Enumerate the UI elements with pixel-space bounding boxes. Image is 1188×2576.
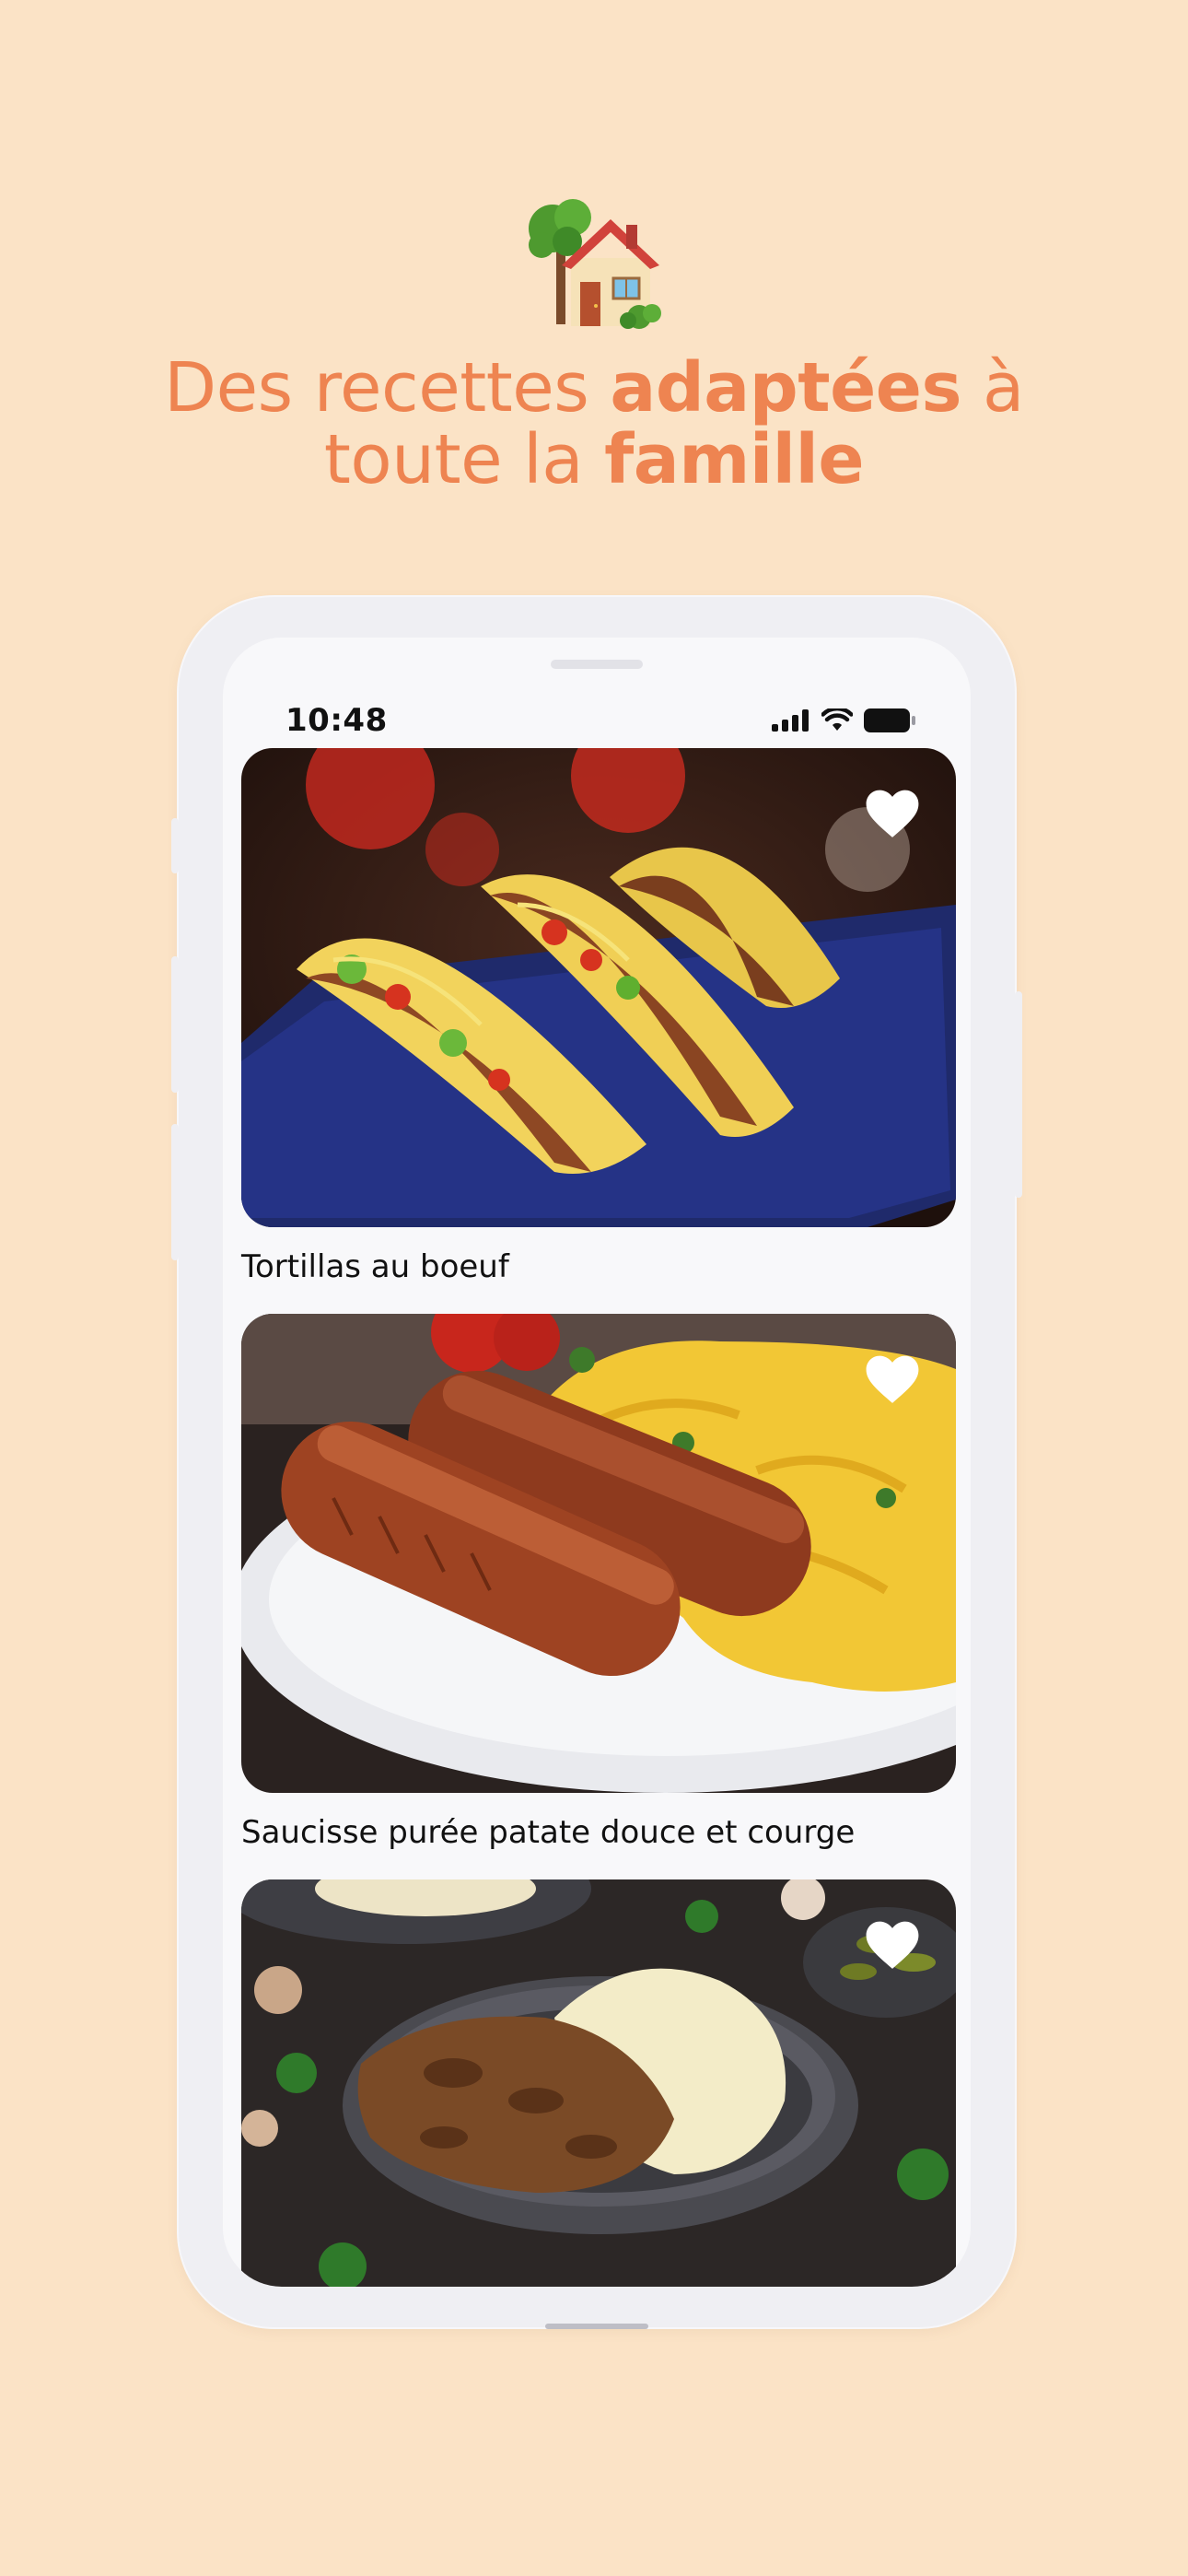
phone-screen: 10:48 Tortillas au boeuf Saucisse purée …: [223, 638, 971, 2287]
headline-emphasis: famille: [604, 420, 865, 499]
recipe-title[interactable]: Saucisse purée patate douce et courge: [241, 1813, 956, 1852]
mute-switch: [171, 818, 179, 873]
house-with-garden-icon: [529, 199, 661, 329]
cellular-signal-icon: [772, 709, 809, 732]
heart-icon[interactable]: [864, 1352, 921, 1406]
headline-part: toute la: [323, 420, 605, 499]
headline-part: Des recettes: [164, 348, 611, 427]
home-indicator: [545, 2324, 648, 2329]
battery-icon: [864, 708, 915, 732]
sausage-puree-image: [241, 1314, 956, 1793]
status-time: 10:48: [285, 702, 388, 739]
headline-part: à: [961, 348, 1024, 427]
heart-icon[interactable]: [864, 1918, 921, 1972]
power-button: [1015, 991, 1022, 1198]
volume-up-button: [171, 956, 179, 1093]
volume-down-button: [171, 1124, 179, 1260]
dynamic-island: [551, 660, 643, 669]
tacos-image: [241, 748, 956, 1227]
recipe-image[interactable]: [241, 1314, 956, 1793]
recipe-card[interactable]: Saucisse purée patate douce et courge: [241, 1314, 956, 1852]
recipe-title[interactable]: Tortillas au boeuf: [241, 1247, 956, 1286]
status-icons: [772, 706, 917, 735]
heart-icon[interactable]: [864, 787, 921, 840]
headline-emphasis: adaptées: [610, 348, 961, 427]
wifi-icon: [821, 708, 853, 731]
recipe-card[interactable]: Tortillas au boeuf: [241, 748, 956, 1286]
recipe-image[interactable]: [241, 748, 956, 1227]
recipe-image[interactable]: [241, 1879, 956, 2287]
phone-mockup: 10:48 Tortillas au boeuf Saucisse purée …: [171, 597, 1022, 2329]
recipe-card[interactable]: [241, 1879, 956, 2287]
headline: Des recettes adaptées à toute la famille: [0, 352, 1188, 496]
mushroom-puree-image: [241, 1879, 956, 2287]
